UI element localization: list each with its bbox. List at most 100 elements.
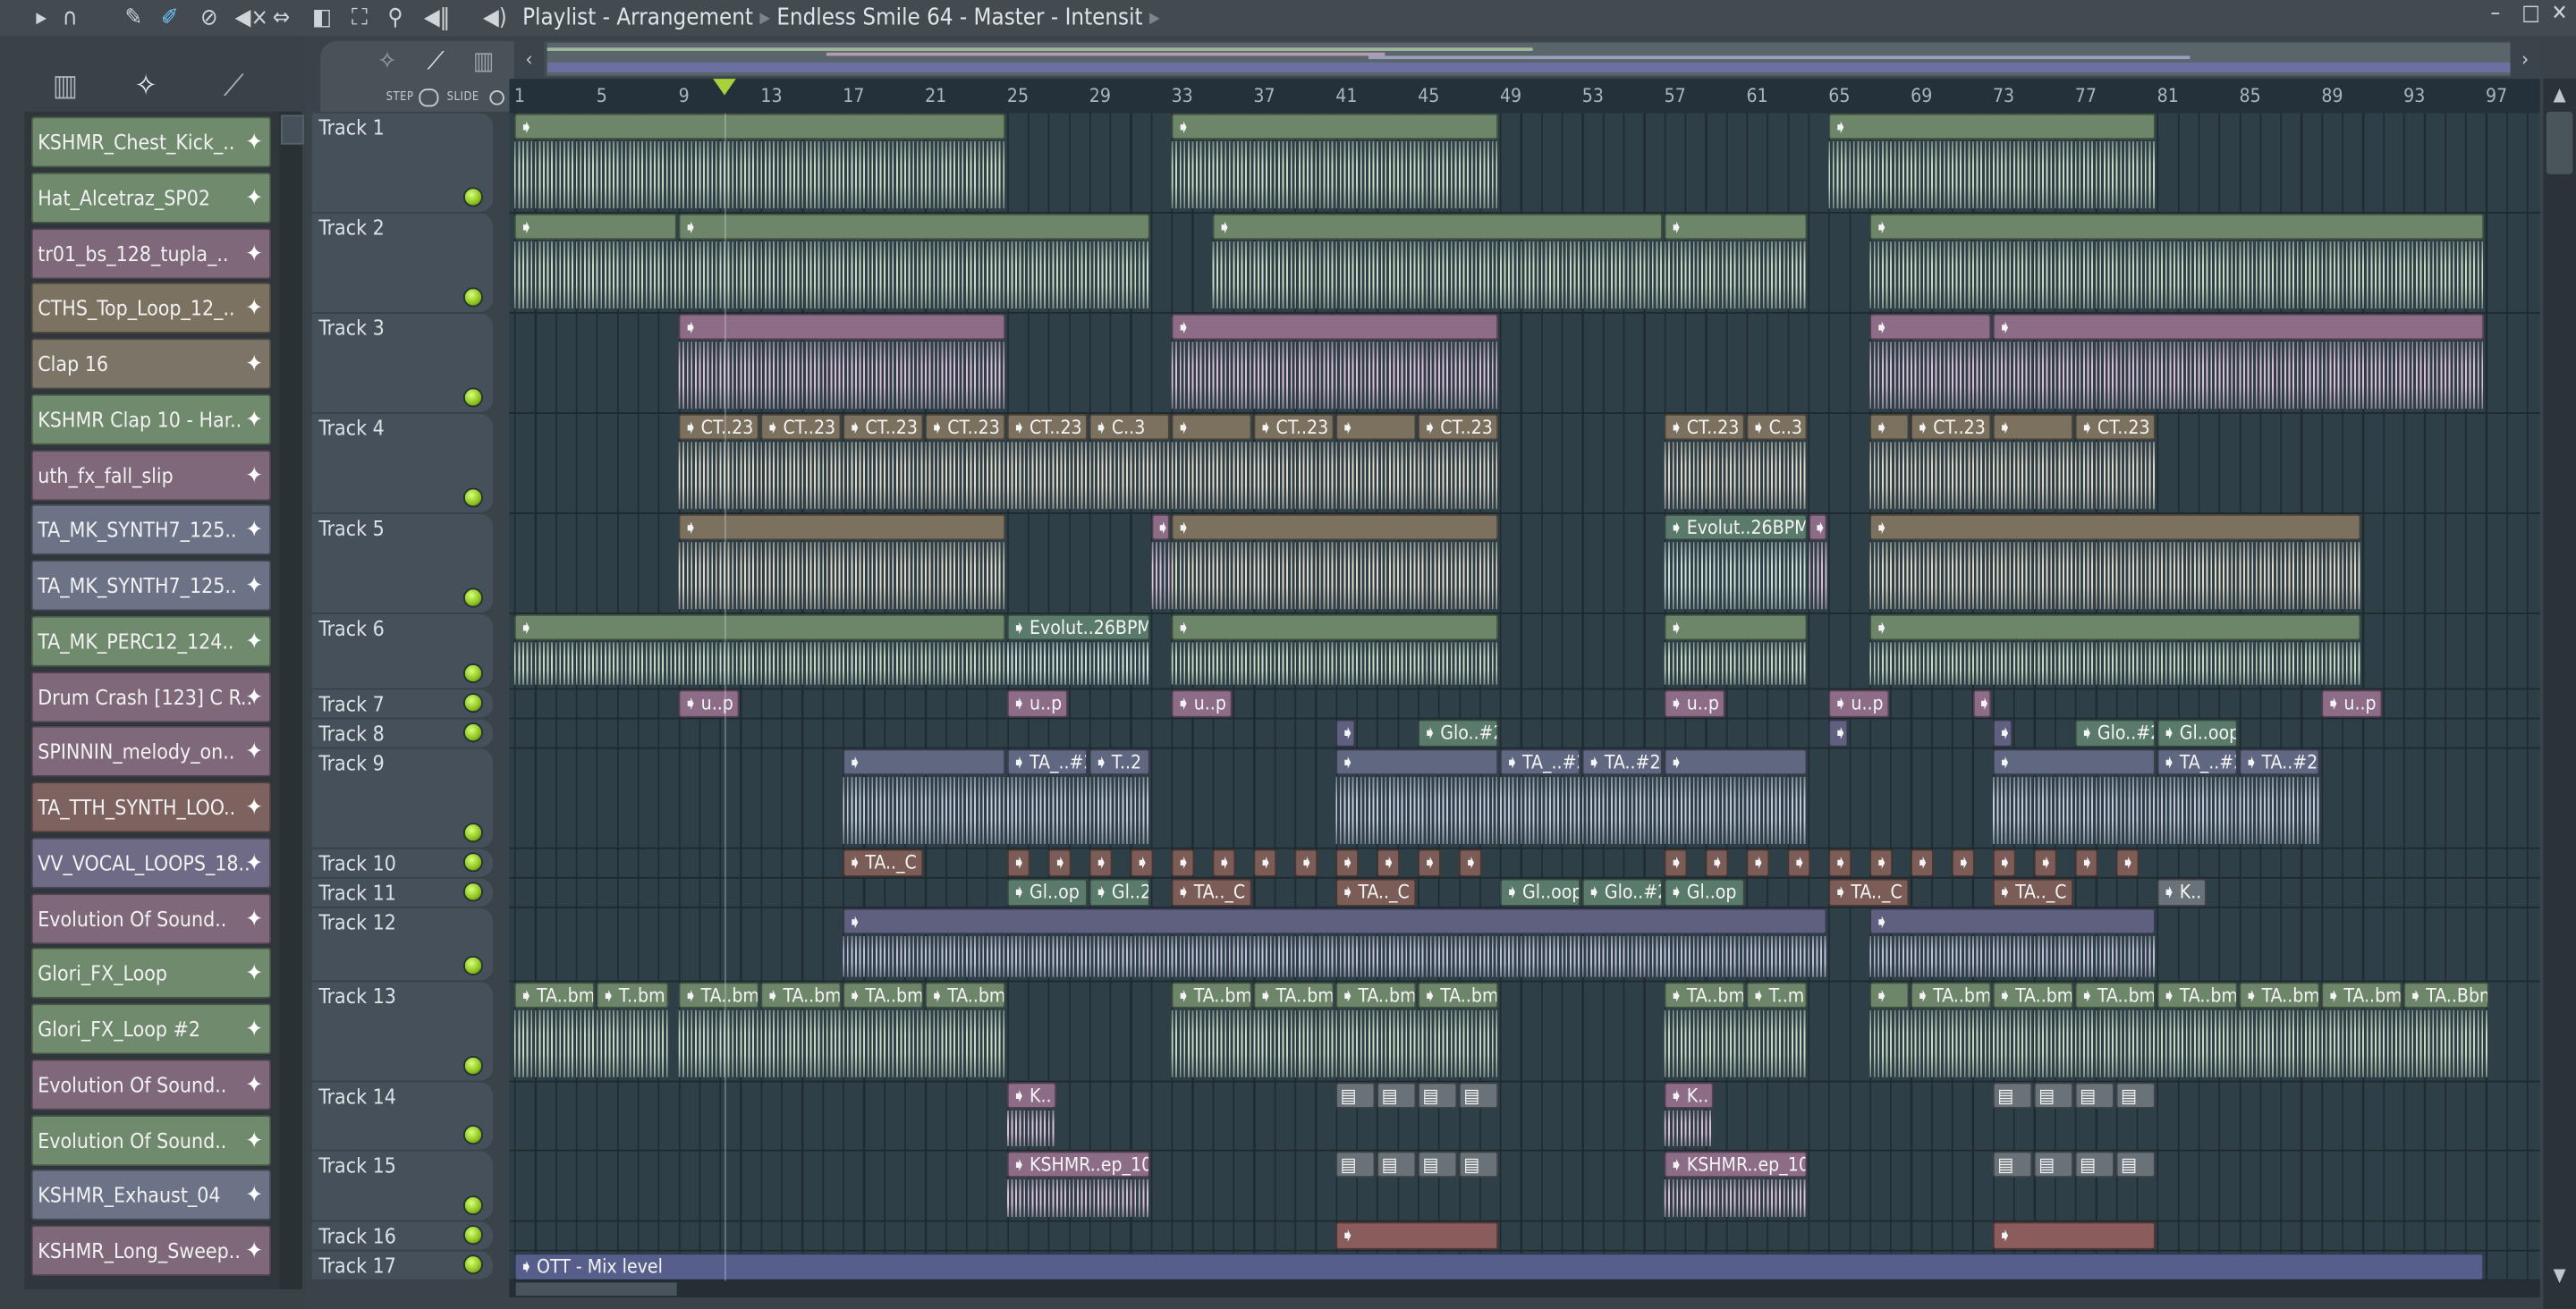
channel-button[interactable]: Hat_Alcetraz_SP02 ✦ bbox=[30, 172, 272, 224]
scrollbar-thumb[interactable] bbox=[281, 114, 304, 145]
audio-clip[interactable]: ➧ bbox=[1418, 849, 1441, 877]
track-enable-led[interactable] bbox=[462, 587, 484, 608]
audio-clip[interactable]: ➧ bbox=[1212, 213, 1663, 312]
track-lane[interactable]: ➧ ➧ ➧ bbox=[509, 113, 2540, 214]
audio-clip[interactable]: ➧ bbox=[1992, 413, 2073, 512]
audio-clip[interactable]: ➧ bbox=[1335, 413, 1417, 512]
automation-tab-icon[interactable]: ⟋ bbox=[224, 69, 244, 104]
audio-clip[interactable]: ▤ bbox=[1335, 1082, 1376, 1149]
speaker-icon[interactable]: ◀) bbox=[483, 4, 507, 33]
audio-clip[interactable]: ➧ bbox=[1335, 1221, 1499, 1250]
track-header[interactable]: Track 14 bbox=[311, 1082, 494, 1152]
track-enable-led[interactable] bbox=[462, 663, 484, 684]
step-switch[interactable] bbox=[419, 89, 439, 107]
audio-clip[interactable]: ➧ bbox=[1869, 213, 2485, 312]
scrollbar-thumb[interactable] bbox=[2546, 111, 2573, 174]
audio-clip[interactable]: ➧ bbox=[1664, 213, 1807, 312]
audio-clip[interactable]: ➧ bbox=[1992, 719, 2012, 747]
track-lane[interactable]: ➧ ➧ Glo..#2 ➧ ➧ ➧ Glo..#2 ➧ Gl..oop bbox=[509, 719, 2540, 749]
audio-clip[interactable]: ➧ bbox=[1972, 689, 1992, 718]
audio-clip[interactable]: ➧ bbox=[1171, 849, 1195, 877]
scroll-right-button[interactable]: › bbox=[2510, 40, 2540, 78]
track-enable-led[interactable] bbox=[462, 823, 484, 843]
menu-arrow-icon[interactable]: ▸ bbox=[36, 4, 47, 33]
audio-clip[interactable]: ➧ bbox=[678, 313, 1006, 412]
paint-brush-icon[interactable]: ✐ bbox=[161, 4, 178, 33]
audio-clip[interactable]: ➧ T..m bbox=[1746, 982, 1807, 1080]
audio-clip[interactable]: ➧ TA.._C bbox=[1171, 878, 1252, 907]
audio-clip[interactable]: ➧ Gl..oop bbox=[1499, 878, 1580, 907]
draw-pencil-icon[interactable]: ✎ bbox=[125, 4, 142, 33]
track-enable-led[interactable] bbox=[462, 693, 484, 714]
audio-clip[interactable]: ➧ bbox=[1746, 849, 1770, 877]
piano-roll-tab-icon[interactable]: ▥ bbox=[53, 69, 78, 104]
track-header[interactable]: Track 1 bbox=[311, 113, 494, 214]
audio-clip[interactable]: ▤ bbox=[2115, 1082, 2156, 1149]
audio-clip[interactable]: ▤ bbox=[1377, 1151, 1417, 1220]
channel-button[interactable]: TA_MK_PERC12_124.. ✦ bbox=[30, 615, 272, 667]
channel-button[interactable]: Evolution Of Sound.. ✦ bbox=[30, 1059, 272, 1111]
audio-clip[interactable]: ➧ TA.._C bbox=[1992, 878, 2073, 907]
audio-clip[interactable]: ➧ Gl..op bbox=[1006, 878, 1088, 907]
track-lane[interactable]: ➧ TA..bm ➧ T..bm ➧ TA..bm ➧ TA..bm ➧ TA..bm ➧ TA..b… bbox=[509, 982, 2540, 1083]
track-header[interactable]: Track 6 bbox=[311, 613, 494, 690]
arrangement-path[interactable]: Endless Smile 64 - Master - Intensit bbox=[776, 5, 1142, 31]
audio-clip[interactable]: ➧ bbox=[1459, 849, 1482, 877]
audio-clip[interactable]: ➧ bbox=[1992, 849, 2016, 877]
audio-clip[interactable]: ➧TA_..#2 bbox=[2157, 748, 2238, 848]
audio-clip[interactable]: ➧ bbox=[513, 213, 677, 312]
audio-clip[interactable]: ➧ TA..bm bbox=[2239, 982, 2320, 1080]
maximize-button[interactable]: □ bbox=[2521, 2, 2539, 27]
track-lane[interactable]: ➧ K.. ▤ ▤ ▤ ▤ ➧ K.. ▤ ▤ ▤ ▤ bbox=[509, 1082, 2540, 1152]
audio-clip[interactable]: ➧ bbox=[1006, 849, 1030, 877]
audio-clip[interactable]: ➧ bbox=[1992, 313, 2485, 412]
channel-button[interactable]: TA_TTH_SYNTH_LOO.. ✦ bbox=[30, 781, 272, 833]
select-icon[interactable]: ⛶ bbox=[352, 4, 368, 33]
arrangement-grid[interactable]: ➧ ➧ ➧ ➧ ➧ ➧ ➧ ➧ ➧ ➧ ➧ ➧ ➧ CT..23 ➧ CT..23 ➧ CT..23 ➧ CT..23… bbox=[509, 113, 2540, 1281]
audio-clip[interactable]: ➧ bbox=[1869, 513, 2361, 612]
audio-clip[interactable]: ➧ Evolut..26BPM bbox=[1664, 513, 1807, 612]
audio-clip[interactable]: ▤ bbox=[1459, 1082, 1499, 1149]
track-header[interactable]: Track 4 bbox=[311, 413, 494, 514]
audio-clip[interactable]: ➧ bbox=[1808, 513, 1827, 612]
audio-clip[interactable]: ➧ bbox=[1992, 748, 2156, 848]
track-header[interactable]: Track 16 bbox=[311, 1221, 494, 1252]
track-header[interactable]: Track 17 bbox=[311, 1251, 494, 1281]
track-enable-led[interactable] bbox=[462, 1195, 484, 1216]
audio-clip[interactable]: ➧ C..3 bbox=[1089, 413, 1170, 512]
channel-button[interactable]: SPINNIN_melody_on.. ✦ bbox=[30, 726, 272, 778]
audio-clip[interactable]: ▤ bbox=[2115, 1151, 2156, 1220]
playback-icon[interactable]: ◀‖ bbox=[424, 4, 450, 33]
slice-icon[interactable]: ◧ bbox=[312, 4, 332, 33]
channel-button[interactable]: KSHMR_Chest_Kick_.. ✦ bbox=[30, 116, 272, 168]
track-enable-led[interactable] bbox=[462, 187, 484, 207]
track-header[interactable]: Track 15 bbox=[311, 1151, 494, 1222]
audio-clip[interactable]: ➧ Glo..#2 bbox=[1418, 719, 1499, 747]
track-enable-led[interactable] bbox=[462, 955, 484, 976]
track-enable-led[interactable] bbox=[462, 287, 484, 308]
audio-clip[interactable]: ➧ bbox=[1171, 613, 1499, 688]
audio-clip[interactable]: ➧ TA.._C bbox=[1335, 878, 1417, 907]
audio-clip[interactable]: ➧ bbox=[1705, 849, 1729, 877]
audio-clip[interactable]: ➧ u..p bbox=[1828, 689, 1889, 718]
audio-clip[interactable]: ➧ bbox=[1664, 613, 1807, 688]
audio-clip[interactable]: ▤ bbox=[1418, 1082, 1458, 1149]
audio-clip[interactable]: ➧ bbox=[1089, 849, 1113, 877]
track-enable-led[interactable] bbox=[462, 1225, 484, 1246]
delete-icon[interactable]: ⊘ bbox=[200, 4, 217, 33]
audio-clip[interactable]: ➧ bbox=[1787, 849, 1811, 877]
close-button[interactable]: ✕ bbox=[2551, 2, 2567, 27]
pattern-clip-icon[interactable]: ▥ bbox=[473, 46, 494, 75]
track-lane[interactable]: ➧ TA.._C ➧ ➧ ➧ ➧ ➧ ➧ ➧ ➧ ➧ ➧ ➧ ➧ ➧ ➧ ➧ ➧ ➧ ➧ ➧ ➧ ➧ ➧ ➧ ➧ bbox=[509, 849, 2540, 879]
track-header[interactable]: Track 8 bbox=[311, 719, 494, 749]
audio-clip[interactable]: ➧TA_..#2 bbox=[1499, 748, 1580, 848]
audio-clip[interactable]: ➧ TA..bm bbox=[1664, 982, 1745, 1080]
timeline-ruler[interactable]: 1 5 9 13 17 21 25 29 33 37 41 45 49 53 57 61 65 69 73 77 81 8… bbox=[509, 79, 2540, 114]
audio-clip[interactable]: ➧ bbox=[1377, 849, 1400, 877]
scroll-down-button[interactable]: ▼ bbox=[2543, 1264, 2576, 1286]
channel-button[interactable]: uth_fx_fall_slip ✦ bbox=[30, 449, 272, 501]
channel-button[interactable]: KSHMR Clap 10 - Har.. ✦ bbox=[30, 393, 272, 445]
audio-clip[interactable]: ▤ bbox=[2074, 1082, 2114, 1149]
audio-clip[interactable]: ➧ TA.._C bbox=[843, 849, 924, 877]
audio-clip[interactable]: ➧ bbox=[1828, 719, 1848, 747]
